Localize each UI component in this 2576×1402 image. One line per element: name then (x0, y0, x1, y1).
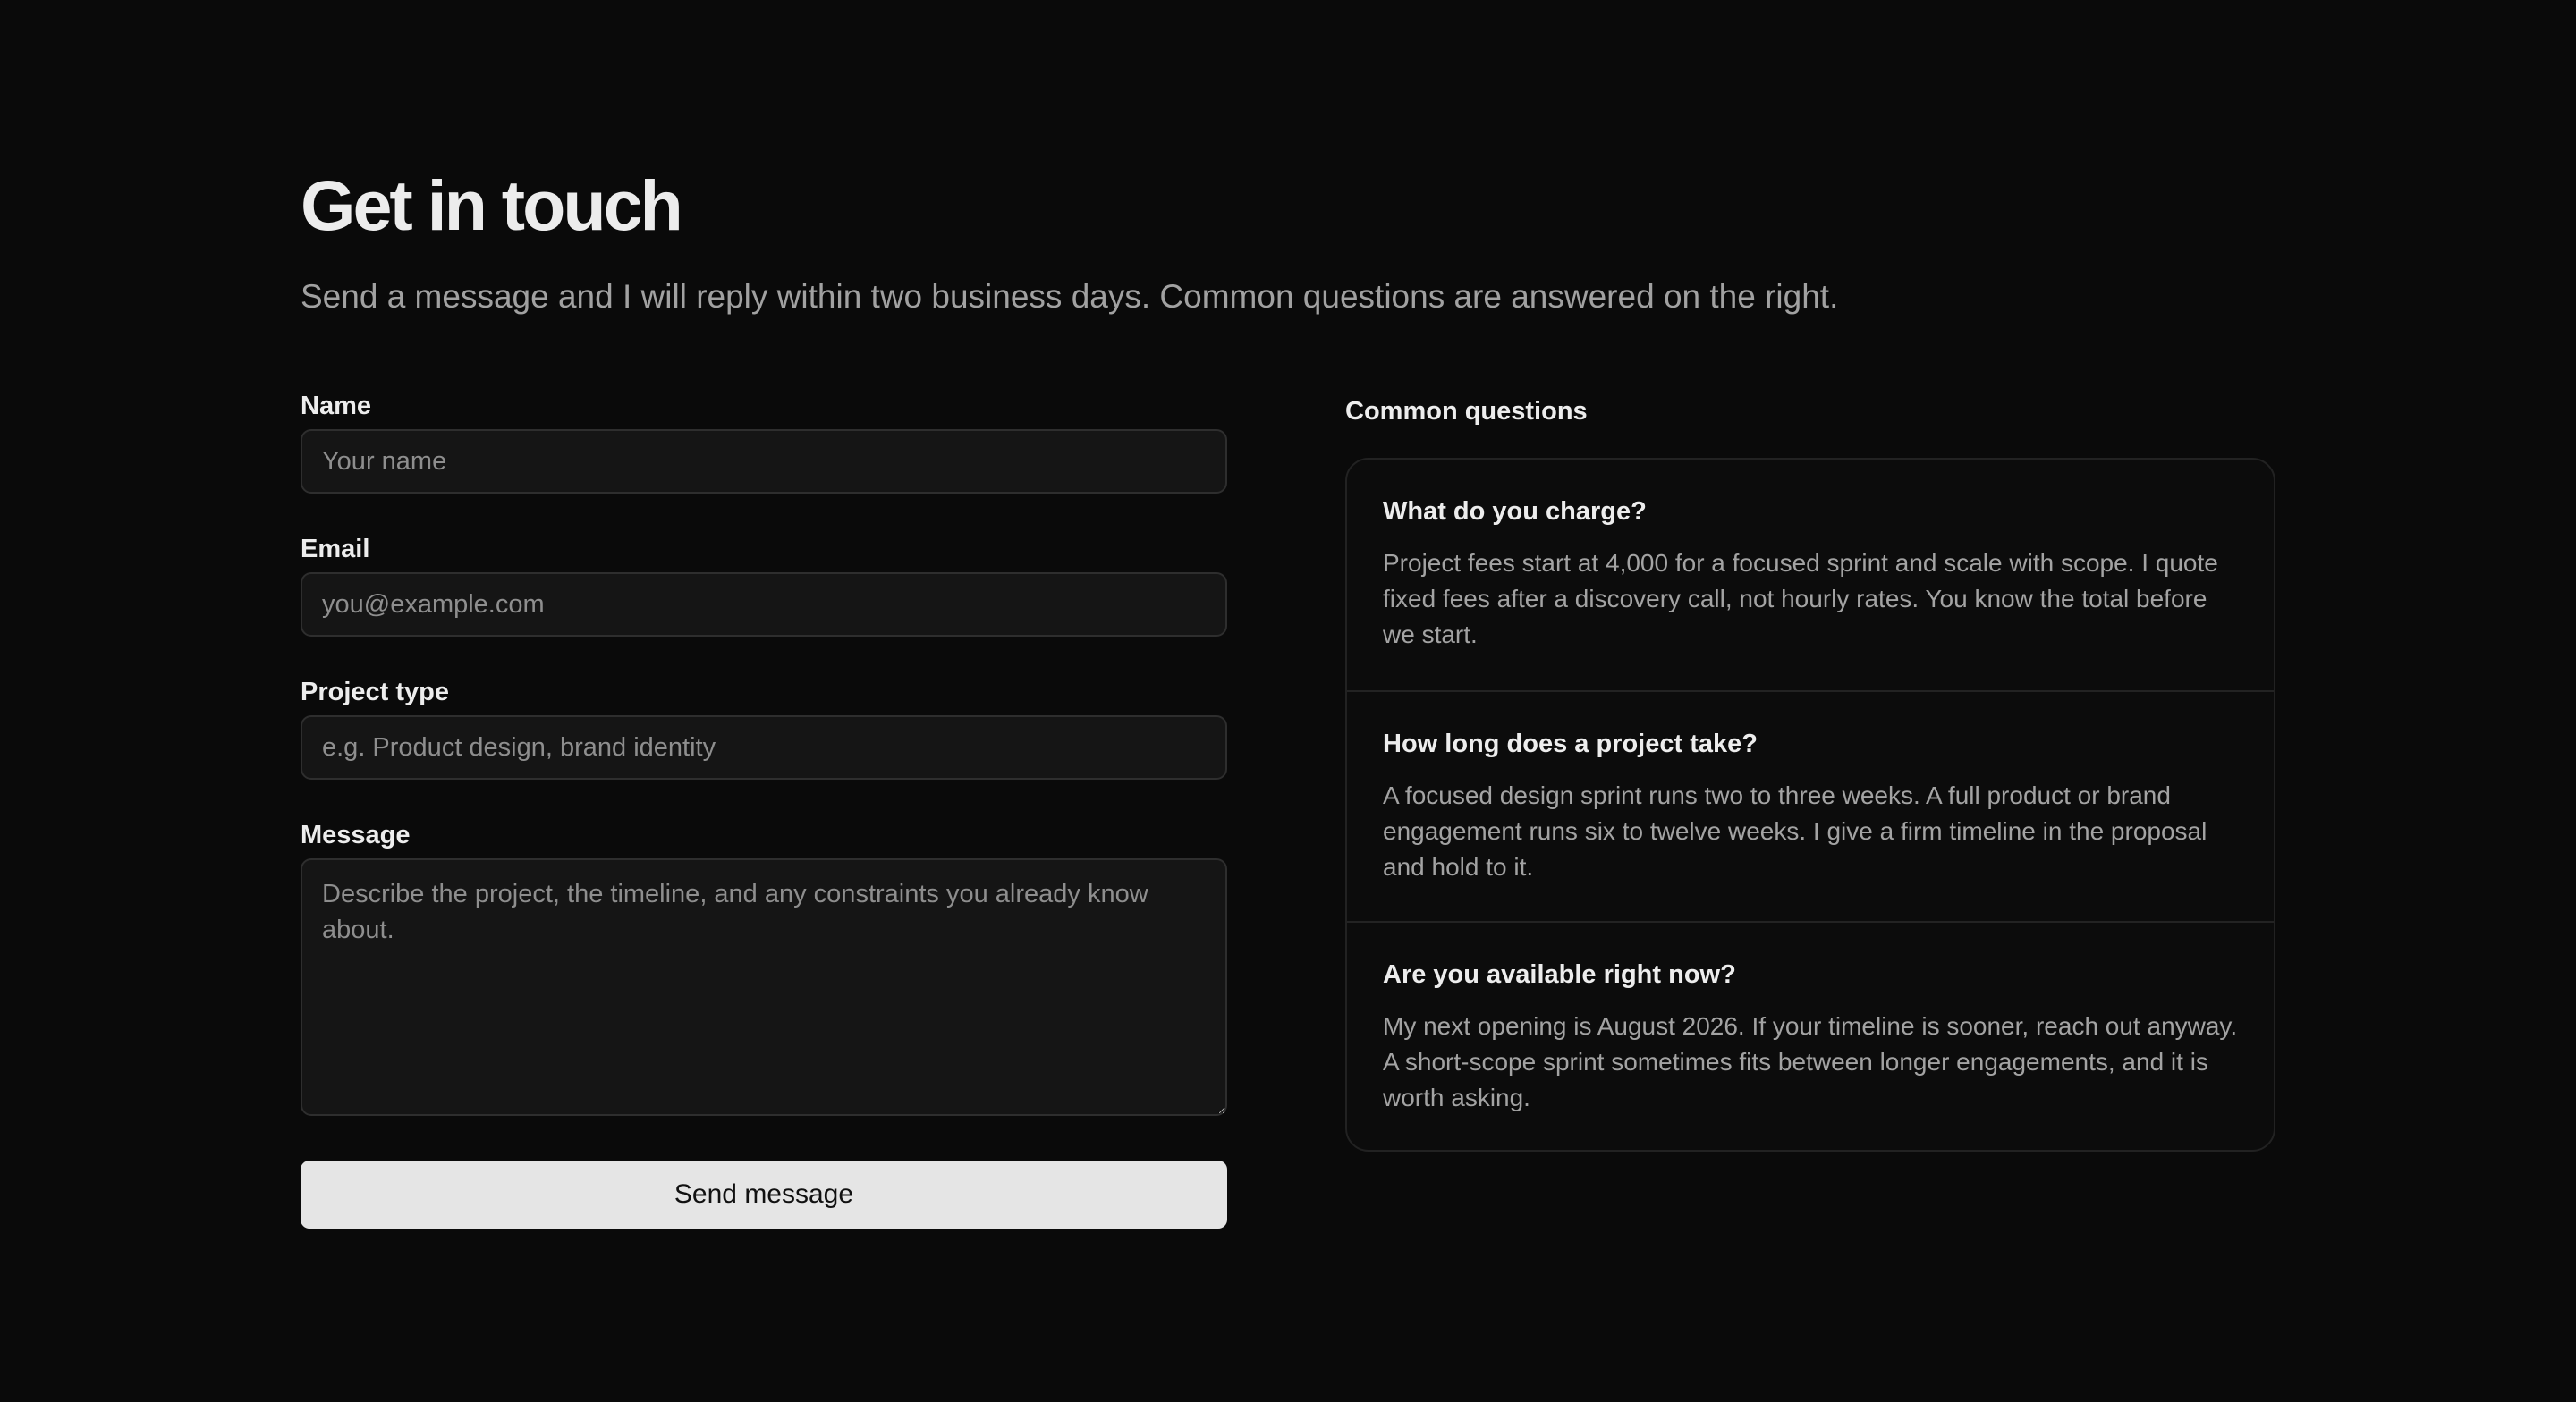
name-input[interactable] (301, 429, 1227, 494)
faq-answer: A focused design sprint runs two to thre… (1383, 781, 2207, 881)
faq-answer: Project fees start at 4,000 for a focuse… (1383, 549, 2218, 648)
contact-page: Get in touch Send a message and I will r… (0, 0, 2576, 1402)
faq-item-duration: How long does a project take? A focused … (1347, 690, 2274, 921)
faq-item-charge: What do you charge? Project fees start a… (1347, 460, 2274, 690)
page-header: Get in touch Send a message and I will r… (301, 161, 2304, 315)
faq-item-availability: Are you available right now? My next ope… (1347, 921, 2274, 1150)
page-title: Get in touch (301, 165, 683, 245)
faq-answer: My next opening is August 2026. If your … (1383, 1012, 2238, 1111)
project-type-input[interactable] (301, 715, 1227, 780)
faq-card: What do you charge? Project fees start a… (1345, 458, 2275, 1152)
name-label: Name (301, 392, 371, 420)
faq-question: Are you available right now? (1383, 960, 1736, 989)
email-label: Email (301, 535, 370, 563)
page-subtitle: Send a message and I will reply within t… (301, 278, 1839, 315)
email-input[interactable] (301, 572, 1227, 637)
message-label: Message (301, 821, 411, 849)
project-type-label: Project type (301, 678, 449, 706)
send-message-button[interactable]: Send message (301, 1161, 1227, 1229)
faq-heading: Common questions (1345, 397, 1588, 426)
faq-question: How long does a project take? (1383, 730, 1758, 758)
faq-question: What do you charge? (1383, 497, 1647, 526)
message-textarea[interactable] (301, 858, 1227, 1116)
